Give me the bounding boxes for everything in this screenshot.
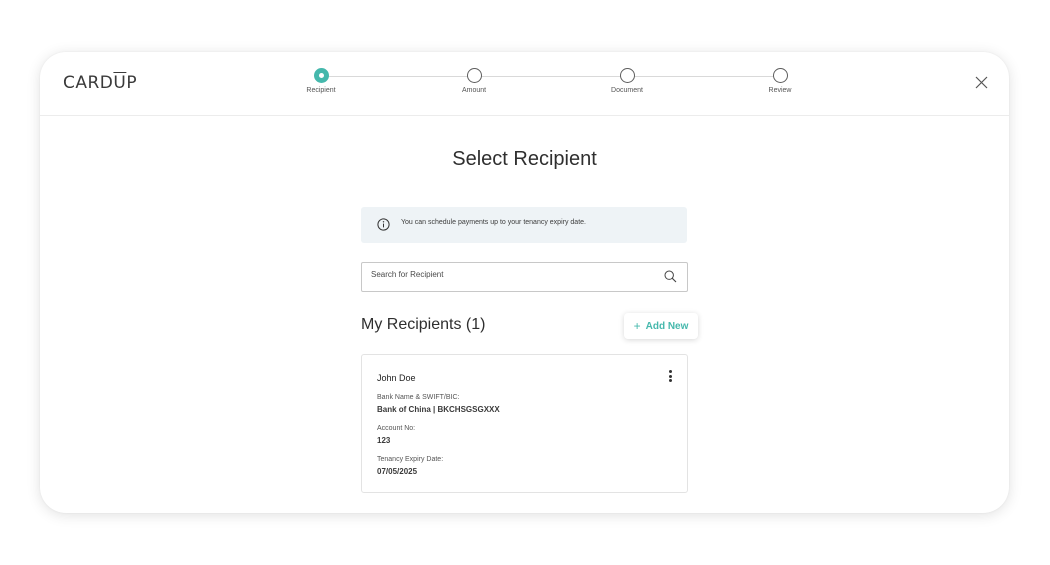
step-dot [313,68,329,83]
recipient-card[interactable]: John Doe Bank Name & SWIFT/BIC: Bank of … [361,354,688,493]
bank-label: Bank Name & SWIFT/BIC: [377,394,460,401]
header: CARDUP Recipient Amount Document Review [40,52,1009,116]
step-label: Review [768,87,792,94]
step-document: Document [587,68,667,94]
expiry-label: Tenancy Expiry Date: [377,456,444,463]
account-value: 123 [377,436,391,445]
step-dot [466,68,482,83]
step-review: Review [740,68,820,94]
stepper-line [321,76,780,77]
search-box[interactable] [361,262,688,292]
step-dot [772,68,788,83]
account-label: Account No: [377,425,416,432]
step-amount: Amount [434,68,514,94]
add-new-button[interactable]: + Add New [624,313,698,339]
more-options-icon[interactable] [666,370,674,384]
info-text: You can schedule payments up to your ten… [401,219,586,226]
close-icon[interactable] [974,75,989,90]
step-dot [619,68,635,83]
info-banner: You can schedule payments up to your ten… [361,207,687,243]
plus-icon: + [633,319,641,333]
section-heading: My Recipients (1) [361,316,486,333]
add-new-label: Add New [645,320,689,332]
expiry-value: 07/05/2025 [377,467,418,476]
step-label: Amount [461,87,487,94]
info-icon [377,218,390,231]
step-label: Document [611,87,643,94]
search-input[interactable] [371,270,641,279]
search-icon[interactable] [664,270,677,283]
step-recipient: Recipient [281,68,361,94]
step-label: Recipient [306,87,336,94]
modal-card: CARDUP Recipient Amount Document Review … [40,52,1009,513]
page-title: Select Recipient [452,148,597,170]
cardup-logo: CARDUP [63,73,138,93]
recipient-name: John Doe [377,373,416,383]
bank-value: Bank of China | BKCHSGSGXXX [377,405,500,414]
